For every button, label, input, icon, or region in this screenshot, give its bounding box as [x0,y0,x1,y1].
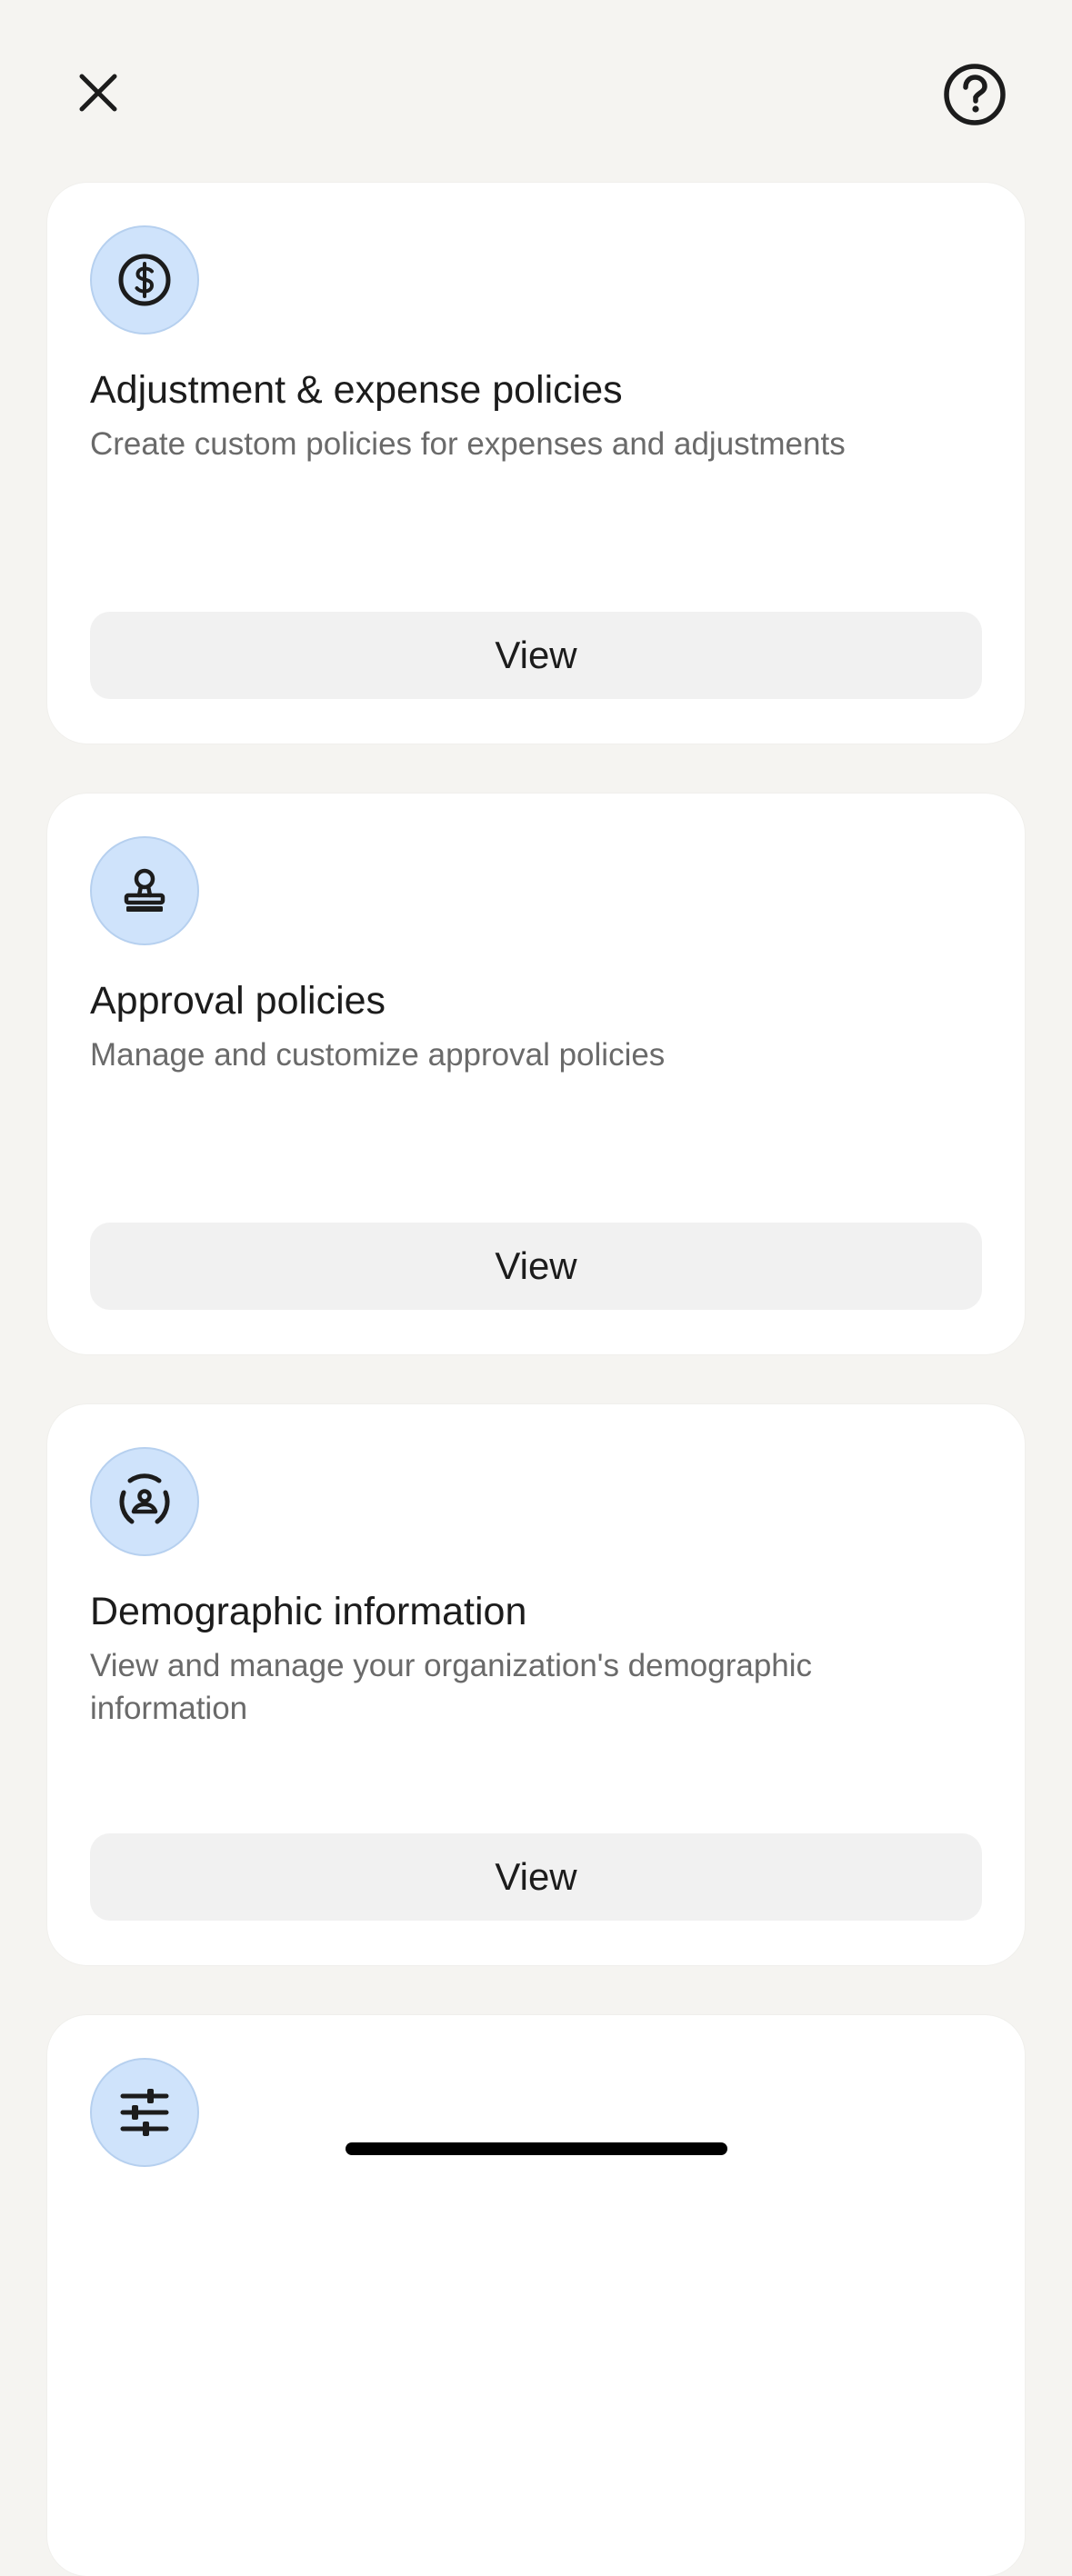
card-icon-badge [90,1447,199,1556]
person-scan-icon [119,1473,170,1524]
card-title: Approval policies [90,979,386,1023]
view-button[interactable]: View [90,612,982,699]
view-button[interactable]: View [90,1223,982,1310]
stamp-icon [124,868,165,912]
card-icon-badge [90,2058,199,2167]
close-button[interactable] [65,60,131,125]
help-icon [944,64,1006,125]
view-button[interactable]: View [90,1833,982,1921]
top-bar [0,0,1072,182]
card-icon-badge [90,836,199,945]
help-button[interactable] [938,58,1011,131]
card-description: View and manage your organization's demo… [90,1648,813,1726]
policy-card-settings [47,2015,1025,2576]
sliders-icon [120,2089,169,2136]
card-icon-badge [90,225,199,334]
policy-card-approval: Approval policies Manage and customize a… [47,794,1025,1354]
policy-card-adjustment-expense: Adjustment & expense policies Create cus… [47,183,1025,744]
card-description: Create custom policies for expenses and … [90,426,846,462]
card-description: Manage and customize approval policies [90,1037,666,1073]
home-indicator [346,2142,727,2155]
close-icon [79,74,117,112]
dollar-circle-icon [118,254,171,306]
card-title: Demographic information [90,1590,527,1633]
policy-card-demographic: Demographic information View and manage … [47,1404,1025,1965]
card-title: Adjustment & expense policies [90,368,623,412]
